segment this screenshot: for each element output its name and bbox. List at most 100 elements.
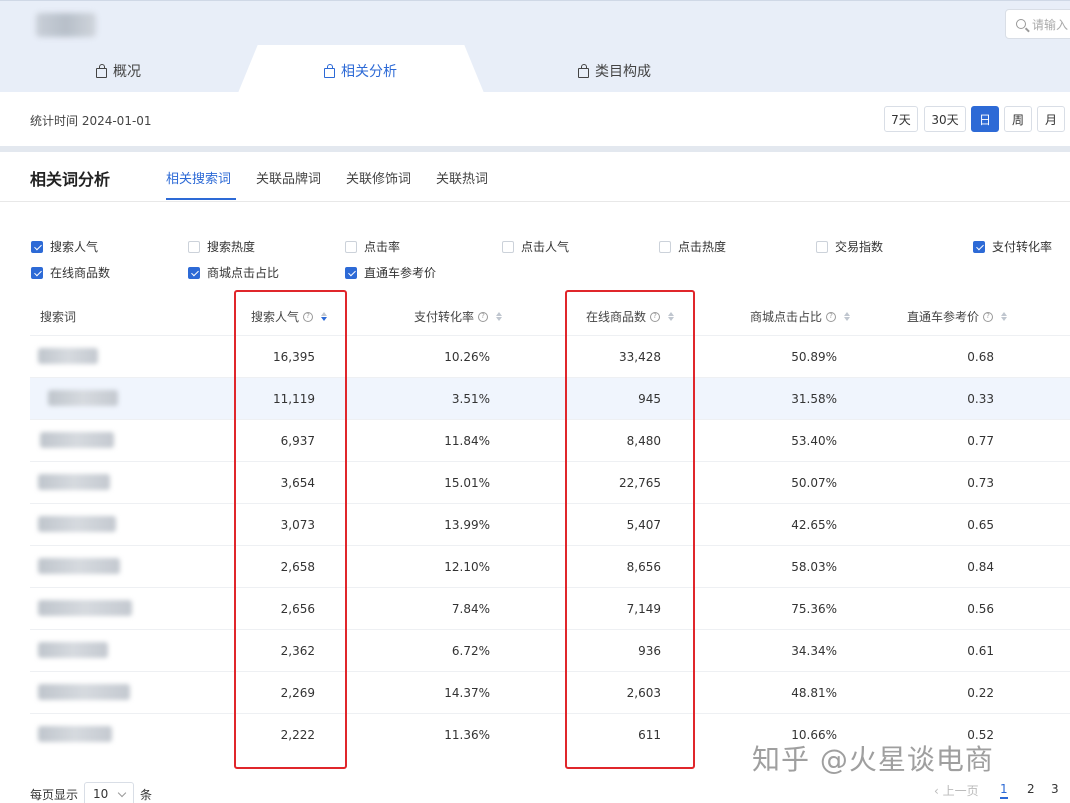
blurred-keyword[interactable] [38, 600, 132, 616]
checkbox-online-items[interactable]: 在线商品数 [31, 264, 110, 281]
subtab-underline [166, 198, 236, 200]
table-cell: 0.61 [967, 644, 994, 658]
blurred-keyword[interactable] [38, 516, 116, 532]
page-size-select[interactable]: 10 [84, 782, 135, 803]
checkbox-icon [816, 240, 828, 253]
table-cell: 0.65 [967, 518, 994, 532]
table-cell: 15.01% [444, 476, 490, 490]
th-pay-conversion[interactable]: 支付转化率? [414, 308, 503, 325]
blurred-keyword[interactable] [48, 390, 118, 406]
table-row[interactable]: 6,937 11.84% 8,480 53.40% 0.77 [30, 419, 1070, 461]
table-cell: 50.89% [791, 350, 837, 364]
tab-related-analysis[interactable]: 相关分析 [324, 49, 397, 93]
period-30d[interactable]: 30天 [924, 106, 966, 132]
page-2[interactable]: 2 [1027, 782, 1035, 796]
table-row[interactable]: 3,073 13.99% 5,407 42.65% 0.65 [30, 503, 1070, 545]
table-row[interactable]: 11,119 3.51% 945 31.58% 0.33 [30, 377, 1070, 419]
checkbox-click-popularity[interactable]: 点击人气 [502, 238, 569, 255]
tab-category[interactable]: 类目构成 [578, 49, 651, 93]
table-row[interactable]: 3,654 15.01% 22,765 50.07% 0.73 [30, 461, 1070, 503]
checkbox-icon [31, 266, 43, 279]
bag-icon [578, 63, 589, 78]
blurred-keyword[interactable] [38, 726, 112, 742]
checkbox-mall-click-share[interactable]: 商城点击占比 [188, 264, 279, 281]
stat-bar: 统计时间 2024-01-01 7天 30天 日 周 月 [0, 92, 1070, 146]
checkbox-icon [659, 240, 671, 253]
th-keyword: 搜索词 [40, 310, 77, 324]
blurred-keyword[interactable] [38, 348, 98, 364]
blurred-keyword[interactable] [38, 558, 120, 574]
table-cell: 42.65% [791, 518, 837, 532]
subtab-brand[interactable]: 关联品牌词 [256, 168, 321, 187]
chevron-down-icon [117, 788, 127, 797]
sort-icon[interactable] [496, 312, 503, 321]
th-ztc-price[interactable]: 直通车参考价? [907, 308, 1008, 325]
blurred-keyword[interactable] [38, 642, 108, 658]
help-icon[interactable]: ? [983, 311, 994, 322]
checkbox-ztc-price[interactable]: 直通车参考价 [345, 264, 436, 281]
page-3[interactable]: 3 [1051, 782, 1059, 796]
table-header: 搜索词 搜索人气? 支付转化率? 在线商品数? 商城点击占比? 直通车参考价? [30, 295, 1070, 335]
table-row[interactable]: 16,395 10.26% 33,428 50.89% 0.68 [30, 335, 1070, 377]
table-cell: 11.84% [444, 434, 490, 448]
table-row[interactable]: 2,656 7.84% 7,149 75.36% 0.56 [30, 587, 1070, 629]
highlight-box-online-items [565, 290, 695, 769]
checkbox-icon [345, 240, 357, 253]
table-cell: 11.36% [444, 728, 490, 742]
prev-page-button[interactable]: ‹ 上一页 [934, 782, 979, 799]
blurred-keyword[interactable] [38, 684, 130, 700]
main-tabs: 概况 相关分析 类目构成 [0, 49, 1070, 93]
subtab-modifier[interactable]: 关联修饰词 [346, 168, 411, 187]
period-day[interactable]: 日 [971, 106, 999, 132]
subtab-hot[interactable]: 关联热词 [436, 168, 488, 187]
table-row[interactable]: 2,269 14.37% 2,603 48.81% 0.22 [30, 671, 1070, 713]
table-cell: 0.84 [967, 560, 994, 574]
top-header: 请输入 概况 相关分析 类目构成 [0, 0, 1070, 93]
period-7d[interactable]: 7天 [884, 106, 918, 132]
table-cell: 50.07% [791, 476, 837, 490]
sort-icon[interactable] [1001, 312, 1008, 321]
checkbox-click-heat[interactable]: 点击热度 [659, 238, 726, 255]
table-cell: 0.68 [967, 350, 994, 364]
related-words-card: 相关词分析 相关搜索词 关联品牌词 关联修饰词 关联热词 搜索人气 搜索热度 点… [0, 152, 1070, 803]
stat-time: 统计时间 2024-01-01 [30, 114, 152, 128]
blurred-keyword[interactable] [40, 432, 114, 448]
checkbox-icon [188, 240, 200, 253]
table-cell: 58.03% [791, 560, 837, 574]
page-size-control: 每页显示 10 条 [30, 782, 152, 803]
help-icon[interactable]: ? [826, 311, 837, 322]
table-row[interactable]: 2,658 12.10% 8,656 58.03% 0.84 [30, 545, 1070, 587]
table-cell: 12.10% [444, 560, 490, 574]
sort-icon[interactable] [844, 312, 851, 321]
subtab-related-search[interactable]: 相关搜索词 [166, 168, 231, 187]
blurred-logo [36, 13, 96, 37]
th-mall-click-share[interactable]: 商城点击占比? [750, 308, 851, 325]
checkbox-trade-index[interactable]: 交易指数 [816, 238, 883, 255]
checkbox-pay-conversion[interactable]: 支付转化率 [973, 238, 1052, 255]
page-1[interactable]: 1 [1000, 782, 1008, 799]
search-placeholder: 请输入 [1032, 17, 1069, 32]
table-row[interactable]: 2,362 6.72% 936 34.34% 0.61 [30, 629, 1070, 671]
help-icon[interactable]: ? [478, 311, 489, 322]
tab-overview[interactable]: 概况 [96, 49, 141, 93]
table-cell: 0.22 [967, 686, 994, 700]
card-title: 相关词分析 [30, 170, 111, 189]
period-month[interactable]: 月 [1037, 106, 1065, 132]
table-cell: 0.77 [967, 434, 994, 448]
checkbox-icon [31, 240, 43, 253]
watermark: 知乎 @火星谈电商 [752, 743, 994, 776]
highlight-box-search-popularity [234, 290, 347, 769]
table-cell: 3.51% [451, 392, 490, 406]
card-divider [0, 201, 1070, 202]
checkbox-click-rate[interactable]: 点击率 [345, 238, 400, 255]
blurred-keyword[interactable] [38, 474, 110, 490]
checkbox-icon [502, 240, 514, 253]
checkbox-search-popularity[interactable]: 搜索人气 [31, 238, 98, 255]
period-week[interactable]: 周 [1004, 106, 1032, 132]
checkbox-search-heat[interactable]: 搜索热度 [188, 238, 255, 255]
search-input[interactable]: 请输入 [1005, 9, 1070, 39]
table-cell: 6.72% [451, 644, 490, 658]
table-cell: 48.81% [791, 686, 837, 700]
table-cell: 0.73 [967, 476, 994, 490]
bag-icon [324, 63, 335, 78]
